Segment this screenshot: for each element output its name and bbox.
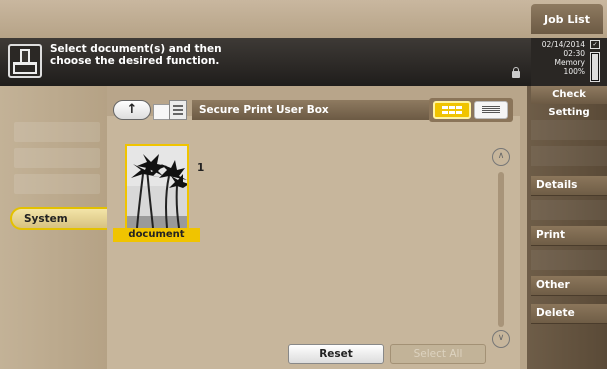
disabled-function bbox=[531, 120, 607, 140]
disabled-function bbox=[531, 250, 607, 270]
document-thumbnail[interactable] bbox=[125, 144, 189, 230]
view-mode-group bbox=[429, 98, 513, 122]
reset-button[interactable]: Reset bbox=[288, 344, 384, 364]
box-title: Secure Print User Box bbox=[192, 100, 429, 120]
list-view-button[interactable] bbox=[474, 101, 508, 119]
disabled-tab bbox=[14, 148, 100, 168]
details-button[interactable]: Details bbox=[531, 176, 607, 196]
other-button[interactable]: Other bbox=[531, 276, 607, 296]
disabled-tab bbox=[14, 174, 100, 194]
up-level-button[interactable]: ↑ bbox=[113, 100, 151, 120]
instruction-message: Select document(s) and then choose the de… bbox=[50, 43, 350, 67]
job-list-button[interactable]: Job List bbox=[531, 4, 603, 34]
message-line-1: Select document(s) and then bbox=[50, 43, 222, 55]
date-display: 02/14/2014 bbox=[541, 40, 585, 49]
memory-label: Memory bbox=[554, 58, 585, 67]
message-bar: Select document(s) and then choose the de… bbox=[0, 38, 607, 86]
print-button[interactable]: Print bbox=[531, 226, 607, 246]
disabled-tab bbox=[14, 122, 100, 142]
top-strip bbox=[0, 0, 607, 38]
message-line-2: choose the desired function. bbox=[50, 55, 220, 67]
document-item[interactable]: document bbox=[113, 144, 200, 242]
tab-system[interactable]: System bbox=[10, 207, 120, 230]
check-setting-button[interactable]: Check Setting bbox=[531, 86, 607, 118]
scroll-up-button[interactable]: ∧ bbox=[492, 148, 510, 166]
disabled-function bbox=[531, 146, 607, 166]
memory-value: 100% bbox=[563, 67, 585, 76]
delete-button[interactable]: Delete bbox=[531, 304, 607, 324]
thumbnail-view-button[interactable] bbox=[433, 101, 471, 119]
network-status-icon: ✓ bbox=[590, 40, 600, 49]
box-tray-icon bbox=[8, 44, 42, 78]
time-display: 02:30 bbox=[563, 49, 585, 58]
lock-icon bbox=[512, 67, 520, 78]
document-index: 1 bbox=[197, 162, 205, 174]
scroll-down-button[interactable]: ∨ bbox=[492, 330, 510, 348]
disabled-function bbox=[531, 200, 607, 220]
document-name: document bbox=[113, 228, 200, 242]
scrollbar-track[interactable] bbox=[498, 172, 504, 327]
main-area: ↑ Secure Print User Box document 1 ∧ ∨ R… bbox=[107, 94, 527, 369]
select-all-button[interactable]: Select All bbox=[390, 344, 486, 364]
memory-gauge bbox=[590, 52, 600, 82]
user-box-icon bbox=[153, 100, 189, 120]
